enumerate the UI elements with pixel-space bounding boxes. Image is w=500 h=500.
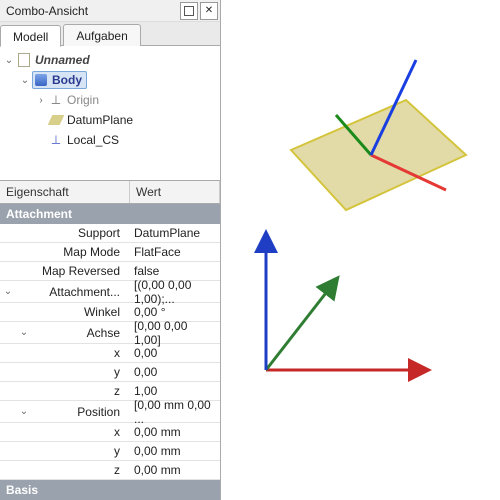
node-label: DatumPlane [67, 113, 133, 127]
expand-icon[interactable]: ⌄ [0, 286, 16, 297]
prop-axis[interactable]: ⌄Achse [0,00 0,00 1,00] [0, 322, 220, 344]
node-label: Local_CS [67, 133, 119, 147]
expand-icon[interactable]: ⌄ [18, 75, 32, 86]
tab-bar: Modell Aufgaben [0, 22, 220, 46]
prop-pos-y[interactable]: y 0,00 mm [0, 442, 220, 461]
plane-icon [48, 112, 64, 128]
detach-button[interactable] [180, 2, 198, 20]
global-axes [266, 235, 426, 370]
origin-icon: ⟂ [48, 92, 64, 108]
expand-icon[interactable]: ⌄ [16, 406, 32, 417]
prop-axis-x[interactable]: x 0,00 [0, 344, 220, 363]
model-tree: ⌄ Unnamed ⌄ Body › ⟂ Origin DatumPlane ⟂ [0, 46, 220, 181]
tree-node-document[interactable]: ⌄ Unnamed [2, 50, 218, 70]
property-view: Eigenschaft Wert Attachment Support Datu… [0, 181, 220, 500]
scene-svg [221, 0, 500, 500]
prop-pos-x[interactable]: x 0,00 mm [0, 423, 220, 442]
property-header: Eigenschaft Wert [0, 181, 220, 204]
tree-node-origin[interactable]: › ⟂ Origin [2, 90, 218, 110]
coordinate-system-icon: ⟂ [48, 132, 64, 148]
panel-titlebar: Combo-Ansicht ✕ [0, 0, 220, 22]
close-button[interactable]: ✕ [200, 2, 218, 20]
tab-tasks[interactable]: Aufgaben [63, 24, 140, 46]
group-basis: Basis [0, 480, 220, 500]
node-label: Origin [67, 93, 99, 107]
tree-node-body[interactable]: ⌄ Body [2, 70, 218, 90]
prop-pos-z[interactable]: z 0,00 mm [0, 461, 220, 480]
expand-icon[interactable]: › [34, 95, 48, 106]
global-y-axis [266, 280, 336, 370]
expand-icon[interactable]: ⌄ [16, 327, 32, 338]
prop-map-mode[interactable]: Map Mode FlatFace [0, 243, 220, 262]
datum-plane [291, 100, 466, 210]
panel-title: Combo-Ansicht [6, 4, 180, 18]
prop-position[interactable]: ⌄Position [0,00 mm 0,00 ... [0, 401, 220, 423]
col-value[interactable]: Wert [130, 181, 220, 203]
prop-support[interactable]: Support DatumPlane [0, 224, 220, 243]
tab-model[interactable]: Modell [0, 25, 61, 47]
tree-node-datumplane[interactable]: DatumPlane [2, 110, 218, 130]
group-attachment: Attachment [0, 204, 220, 224]
prop-axis-y[interactable]: y 0,00 [0, 363, 220, 382]
col-property[interactable]: Eigenschaft [0, 181, 130, 203]
body-icon [33, 72, 49, 88]
node-label: Unnamed [35, 53, 90, 67]
combo-view-panel: Combo-Ansicht ✕ Modell Aufgaben ⌄ Unname… [0, 0, 221, 500]
prop-attachment-offset[interactable]: ⌄Attachment... [(0,00 0,00 1,00);... [0, 281, 220, 303]
3d-viewport[interactable] [221, 0, 500, 500]
node-label: Body [52, 73, 82, 87]
expand-icon[interactable]: ⌄ [2, 55, 16, 66]
document-icon [16, 52, 32, 68]
tree-node-localcs[interactable]: ⟂ Local_CS [2, 130, 218, 150]
